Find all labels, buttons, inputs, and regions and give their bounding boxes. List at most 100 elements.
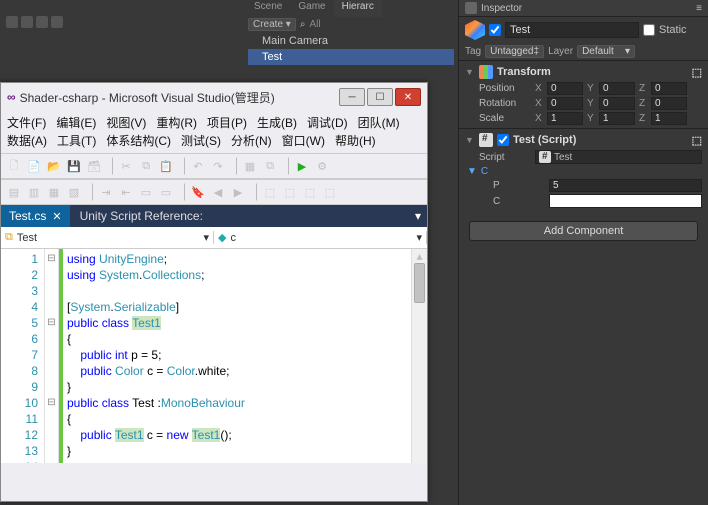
tool-icon[interactable]: ⬚ [281,183,299,201]
find-icon[interactable]: ⧉ [261,157,279,175]
bookmark-prev-icon[interactable]: ◀ [209,183,227,201]
fold-gutter[interactable]: ⊟⊟⊟ [45,249,59,463]
tab-hierarchy[interactable]: Hierarc [334,0,382,17]
undo-icon[interactable]: ↶ [189,157,207,175]
menu-item[interactable]: 帮助(H) [335,132,376,150]
menu-item[interactable]: 分析(N) [231,132,272,150]
tool-icon[interactable]: ▤ [5,183,23,201]
add-component-button[interactable]: Add Component [469,221,698,241]
menu-item[interactable]: 数据(A) [7,132,47,150]
toolbar-icon[interactable] [21,16,33,28]
save-icon[interactable]: 💾 [65,157,83,175]
search-icon[interactable]: ⌕ [300,19,306,30]
gameobject-icon[interactable] [465,20,485,40]
menu-item[interactable]: 生成(B) [257,114,297,132]
start-debug-icon[interactable]: ▶ [293,157,311,175]
layer-dropdown[interactable]: Default▾ [577,45,635,58]
menu-item[interactable]: 文件(F) [7,114,46,132]
component-menu-icon[interactable]: ⬚ [692,66,702,79]
menu-item[interactable]: 体系结构(C) [106,132,171,150]
fold-icon[interactable]: ▼ [465,67,475,77]
menu-item[interactable]: 编辑(E) [56,114,96,132]
cut-icon[interactable]: ✂ [117,157,135,175]
menu-item[interactable]: 重构(R) [156,114,197,132]
add-item-icon[interactable]: 📄 [25,157,43,175]
menu-item[interactable]: 调试(D) [307,114,348,132]
menu-item[interactable]: 项目(P) [207,114,247,132]
inspector-tab[interactable]: Inspector ≡ [459,0,708,17]
fold-icon[interactable]: ▼ [467,166,477,177]
rot-z-input[interactable] [651,97,687,110]
script-reference[interactable]: Test [535,150,702,164]
config-icon[interactable]: ⚙ [313,157,331,175]
fold-icon[interactable]: ▼ [465,135,475,145]
toolbar-icon[interactable] [6,16,18,28]
p-input[interactable] [549,179,702,192]
menu-item[interactable]: 测试(S) [181,132,221,150]
close-tab-icon[interactable]: ✕ [52,210,61,223]
menu-item[interactable]: 工具(T) [57,132,96,150]
minimize-button[interactable]: ─ [339,88,365,106]
tool-icon[interactable]: ⬚ [301,183,319,201]
bookmark-next-icon[interactable]: ▶ [229,183,247,201]
save-all-icon[interactable]: 🗃 [85,157,103,175]
rot-x-input[interactable] [547,97,583,110]
menu-item[interactable]: 视图(V) [106,114,146,132]
scroll-up-icon[interactable]: ▴ [412,249,427,263]
member-selector[interactable]: ◆ c ▾ [214,231,427,244]
panel-menu-icon[interactable]: ≡ [696,3,702,14]
scrollbar-thumb[interactable] [414,263,425,303]
pos-z-input[interactable] [651,82,687,95]
scale-y-input[interactable] [599,112,635,125]
open-icon[interactable]: 📂 [45,157,63,175]
paste-icon[interactable]: 📋 [157,157,175,175]
uncomment-icon[interactable]: ▭ [157,183,175,201]
titlebar[interactable]: ∞ Shader-csharp - Microsoft Visual Studi… [1,83,427,111]
color-field[interactable] [549,194,702,208]
close-button[interactable]: ✕ [395,88,421,106]
bookmark-icon[interactable]: 🔖 [189,183,207,201]
create-dropdown[interactable]: Create ▾ [248,18,296,31]
pos-x-input[interactable] [547,82,583,95]
nav-icon[interactable]: ▦ [241,157,259,175]
serialized-c-foldout[interactable]: ▼ C [459,165,708,178]
pos-y-input[interactable] [599,82,635,95]
tool-icon[interactable]: ⬚ [321,183,339,201]
tabs-dropdown-icon[interactable]: ▾ [409,209,427,223]
script-reference-tab[interactable]: Unity Script Reference: [70,209,213,223]
code-editor[interactable]: 1234567891011121314 ⊟⊟⊟ using UnityEngin… [1,249,427,463]
copy-icon[interactable]: ⧉ [137,157,155,175]
outdent-icon[interactable]: ⇤ [117,183,135,201]
tool-icon[interactable]: ▥ [25,183,43,201]
tool-icon[interactable]: ▦ [45,183,63,201]
tool-icon[interactable]: ▧ [65,183,83,201]
gameobject-active-checkbox[interactable] [489,24,501,36]
menu-item[interactable]: 窗口(W) [282,132,325,150]
maximize-button[interactable]: ☐ [367,88,393,106]
tab-scene[interactable]: Scene [246,0,290,17]
comment-icon[interactable]: ▭ [137,183,155,201]
component-menu-icon[interactable]: ⬚ [692,134,702,147]
tag-dropdown[interactable]: Untagged‡ [485,45,544,58]
component-header[interactable]: ▼ Transform ⬚ [459,63,708,81]
scale-z-input[interactable] [651,112,687,125]
component-header[interactable]: ▼ Test (Script) ⬚ [459,131,708,149]
redo-icon[interactable]: ↷ [209,157,227,175]
static-checkbox[interactable] [643,24,655,36]
gameobject-name-input[interactable] [505,22,639,38]
rot-y-input[interactable] [599,97,635,110]
code-text[interactable]: using UnityEngine; using System.Collecti… [63,249,245,463]
hierarchy-item-main-camera[interactable]: Main Camera [248,33,454,49]
tool-icon[interactable]: ⬚ [261,183,279,201]
toolbar-icon[interactable] [36,16,48,28]
toolbar-icon[interactable] [51,16,63,28]
component-enable-checkbox[interactable] [497,134,509,146]
scale-x-input[interactable] [547,112,583,125]
scrollbar[interactable]: ▴ [411,249,427,463]
class-selector[interactable]: ⧉ Test ▾ [1,231,214,244]
indent-icon[interactable]: ⇥ [97,183,115,201]
file-tab[interactable]: Test.cs ✕ [1,205,70,227]
menu-item[interactable]: 团队(M) [358,114,400,132]
tab-game[interactable]: Game [290,0,333,17]
new-project-icon[interactable]: 🗋 [5,157,23,175]
